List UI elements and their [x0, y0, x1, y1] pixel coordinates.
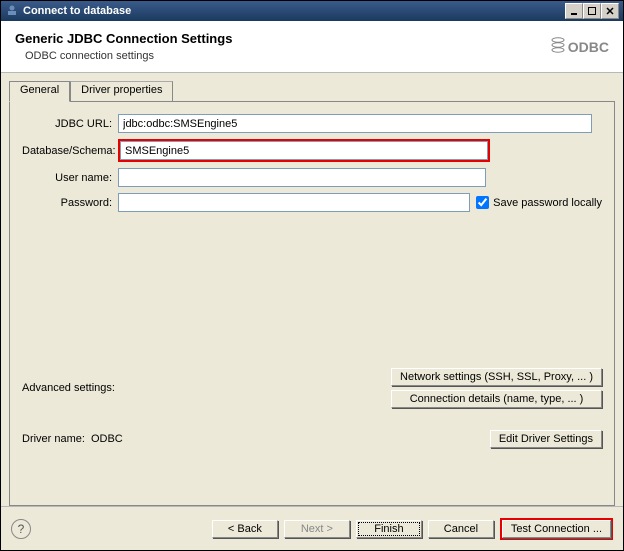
row-schema: Database/Schema:	[22, 139, 602, 162]
next-button[interactable]: Next >	[284, 520, 350, 538]
save-password-wrap: Save password locally	[476, 196, 602, 209]
cancel-button[interactable]: Cancel	[428, 520, 494, 538]
password-input[interactable]	[118, 193, 470, 212]
password-label: Password:	[22, 197, 118, 209]
advanced-buttons: Network settings (SSH, SSL, Proxy, ... )…	[391, 368, 602, 408]
tab-driver-properties-label: Driver properties	[81, 84, 162, 96]
jdbc-url-label: JDBC URL:	[22, 118, 118, 130]
row-advanced: Advanced settings: Network settings (SSH…	[22, 368, 602, 408]
edit-driver-button[interactable]: Edit Driver Settings	[490, 430, 602, 448]
footer: ? < Back Next > Finish Cancel Test Conne…	[1, 506, 623, 550]
test-connection-button[interactable]: Test Connection ...	[502, 520, 611, 538]
minimize-button[interactable]	[565, 3, 583, 19]
schema-input[interactable]	[120, 141, 488, 160]
row-username: User name:	[22, 168, 602, 187]
window-controls	[565, 3, 619, 19]
jdbc-url-input[interactable]	[118, 114, 592, 133]
tab-body-general: JDBC URL: Database/Schema: User name: Pa…	[9, 101, 615, 506]
page-title: Generic JDBC Connection Settings	[15, 31, 551, 46]
content-area: General Driver properties JDBC URL: Data…	[1, 73, 623, 506]
tab-general-label: General	[20, 84, 59, 96]
dialog-window: Connect to database Generic JDBC Connect…	[0, 0, 624, 551]
username-label: User name:	[22, 172, 118, 184]
app-icon	[5, 4, 19, 18]
save-password-checkbox[interactable]	[476, 196, 489, 209]
window-title: Connect to database	[23, 5, 565, 17]
row-password: Password: Save password locally	[22, 193, 602, 212]
network-settings-button[interactable]: Network settings (SSH, SSL, Proxy, ... )	[391, 368, 602, 386]
header-panel: Generic JDBC Connection Settings ODBC co…	[1, 21, 623, 73]
driver-name-label: Driver name:	[22, 433, 85, 445]
save-password-label: Save password locally	[493, 197, 602, 209]
odbc-logo-text: ODBC	[568, 39, 609, 55]
connection-details-button[interactable]: Connection details (name, type, ... )	[391, 390, 602, 408]
tab-general[interactable]: General	[9, 81, 70, 102]
header-text: Generic JDBC Connection Settings ODBC co…	[15, 31, 551, 62]
help-icon[interactable]: ?	[11, 519, 31, 539]
row-driver: Driver name: ODBC Edit Driver Settings	[22, 430, 602, 448]
tab-strip: General Driver properties	[9, 81, 615, 101]
maximize-button[interactable]	[583, 3, 601, 19]
back-button[interactable]: < Back	[212, 520, 278, 538]
tab-area: General Driver properties JDBC URL: Data…	[9, 81, 615, 506]
schema-label: Database/Schema:	[22, 145, 118, 157]
tab-driver-properties[interactable]: Driver properties	[70, 81, 173, 101]
finish-button[interactable]: Finish	[356, 520, 422, 538]
username-input[interactable]	[118, 168, 486, 187]
advanced-label: Advanced settings:	[22, 382, 115, 394]
row-jdbc-url: JDBC URL:	[22, 114, 602, 133]
driver-name-value: ODBC	[91, 433, 123, 445]
database-icon	[551, 37, 565, 56]
schema-highlight	[118, 139, 490, 162]
titlebar: Connect to database	[1, 1, 623, 21]
odbc-logo: ODBC	[551, 37, 609, 56]
close-button[interactable]	[601, 3, 619, 19]
test-connection-highlight: Test Connection ...	[500, 518, 613, 540]
page-subtitle: ODBC connection settings	[15, 50, 551, 62]
save-password-checkbox-wrap[interactable]: Save password locally	[476, 196, 602, 209]
